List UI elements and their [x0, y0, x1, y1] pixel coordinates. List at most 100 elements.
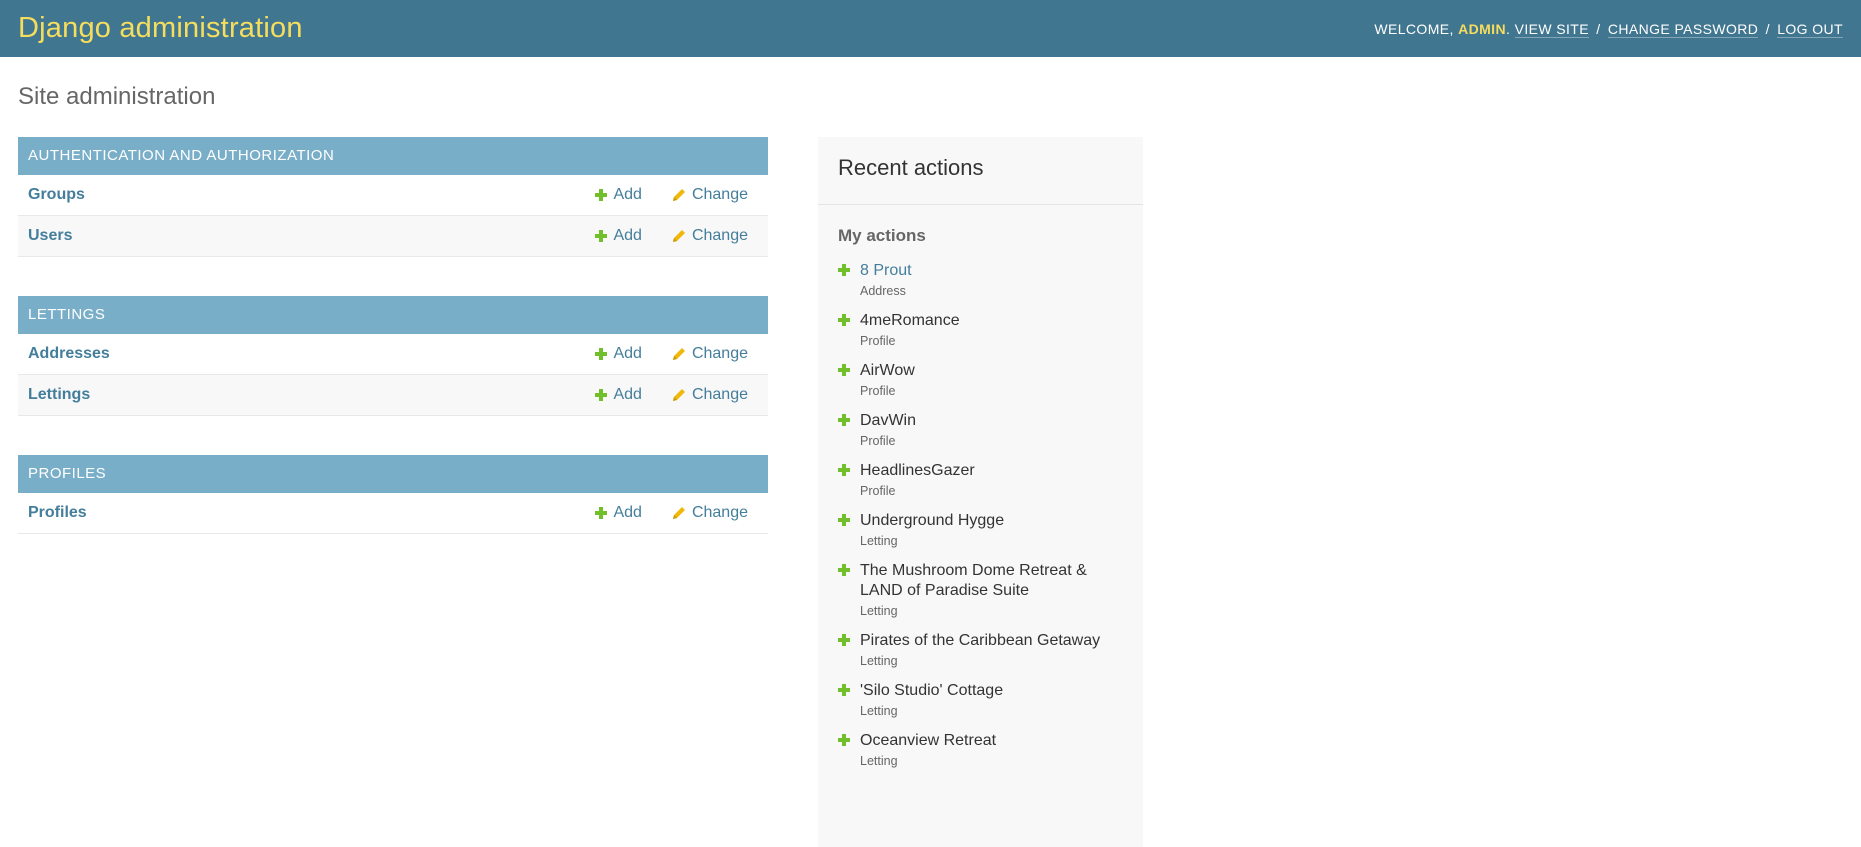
add-label: Add: [613, 186, 642, 203]
plus-icon: [595, 507, 608, 519]
action-type: Profile: [860, 484, 896, 498]
welcome-text: Welcome,: [1374, 20, 1454, 37]
module-lettings: Lettings Addresses Add Change Lettings A…: [18, 296, 768, 416]
action-title: The Mushroom Dome Retreat & LAND of Para…: [860, 562, 1087, 599]
change-lettings-button[interactable]: Change: [672, 386, 748, 404]
log-out-link[interactable]: Log out: [1777, 20, 1843, 38]
module-auth: Authentication and Authorization Groups …: [18, 137, 768, 257]
model-link-profiles[interactable]: Profiles: [28, 504, 565, 522]
list-item: HeadlinesGazer Profile: [838, 461, 1123, 499]
page-title: Site administration: [18, 83, 216, 110]
plus-icon: [838, 564, 850, 576]
action-link[interactable]: 8 Prout: [860, 262, 912, 279]
module-caption-profiles[interactable]: Profiles: [18, 455, 768, 493]
action-type: Letting: [860, 754, 898, 768]
change-label: Change: [691, 504, 748, 521]
list-item: 4meRomance Profile: [838, 311, 1123, 349]
view-site-link[interactable]: View site: [1514, 20, 1589, 38]
action-title: DavWin: [860, 412, 917, 429]
list-item: DavWin Profile: [838, 411, 1123, 449]
action-title: Pirates of the Caribbean Getaway: [860, 632, 1101, 649]
plus-icon: [838, 314, 850, 326]
action-list: 8 Prout Address 4meRomance Profile AirWo…: [818, 261, 1143, 769]
separator: /: [1765, 20, 1770, 37]
add-groups-button[interactable]: Add: [595, 186, 642, 204]
change-profiles-button[interactable]: Change: [672, 504, 748, 522]
model-link-addresses[interactable]: Addresses: [28, 345, 565, 363]
action-type: Address: [860, 284, 906, 298]
model-row-lettings: Lettings Add Change: [18, 375, 768, 416]
header: Django administration Welcome, admin. Vi…: [0, 0, 1861, 57]
change-groups-button[interactable]: Change: [672, 186, 748, 204]
recent-actions-panel: Recent actions My actions 8 Prout Addres…: [818, 137, 1143, 847]
action-type: Profile: [860, 384, 896, 398]
pencil-icon: [672, 348, 685, 360]
list-item: 'Silo Studio' Cottage Letting: [838, 681, 1123, 719]
action-title: AirWow: [860, 362, 915, 379]
action-title: HeadlinesGazer: [860, 462, 975, 479]
action-type: Profile: [860, 434, 896, 448]
add-lettings-button[interactable]: Add: [595, 386, 642, 404]
list-item: Underground Hygge Letting: [838, 511, 1123, 549]
model-link-lettings[interactable]: Lettings: [28, 386, 565, 404]
recent-actions-heading: Recent actions: [818, 137, 1143, 205]
plus-icon: [595, 389, 608, 401]
model-row-addresses: Addresses Add Change: [18, 334, 768, 375]
list-item: AirWow Profile: [838, 361, 1123, 399]
action-type: Profile: [860, 334, 896, 348]
my-actions-heading: My actions: [838, 226, 926, 245]
model-link-groups[interactable]: Groups: [28, 186, 565, 204]
action-type: Letting: [860, 654, 898, 668]
add-addresses-button[interactable]: Add: [595, 345, 642, 363]
model-row-users: Users Add Change: [18, 216, 768, 257]
change-password-link[interactable]: Change password: [1607, 20, 1759, 38]
change-label: Change: [691, 186, 748, 203]
action-title: Oceanview Retreat: [860, 732, 997, 749]
model-row-profiles: Profiles Add Change: [18, 493, 768, 534]
plus-icon: [838, 414, 850, 426]
add-label: Add: [613, 345, 642, 362]
pencil-icon: [672, 230, 685, 242]
action-title: 4meRomance: [860, 312, 960, 329]
model-link-users[interactable]: Users: [28, 227, 565, 245]
add-profiles-button[interactable]: Add: [595, 504, 642, 522]
module-caption-lettings[interactable]: Lettings: [18, 296, 768, 334]
change-users-button[interactable]: Change: [672, 227, 748, 245]
plus-icon: [838, 634, 850, 646]
plus-icon: [595, 230, 608, 242]
change-label: Change: [691, 345, 748, 362]
module-caption-auth[interactable]: Authentication and Authorization: [18, 137, 768, 175]
separator: /: [1596, 20, 1601, 37]
pencil-icon: [672, 189, 685, 201]
action-type: Letting: [860, 534, 898, 548]
plus-icon: [838, 734, 850, 746]
model-row-groups: Groups Add Change: [18, 175, 768, 216]
add-label: Add: [613, 504, 642, 521]
user-tools: Welcome, admin. View site / Change passw…: [1374, 20, 1843, 38]
action-type: Letting: [860, 604, 898, 618]
plus-icon: [838, 364, 850, 376]
change-label: Change: [691, 386, 748, 403]
pencil-icon: [672, 389, 685, 401]
list-item: 8 Prout Address: [838, 261, 1123, 299]
site-name-link[interactable]: Django administration: [18, 12, 303, 45]
plus-icon: [838, 464, 850, 476]
list-item: Oceanview Retreat Letting: [838, 731, 1123, 769]
plus-icon: [838, 514, 850, 526]
app-list: Authentication and Authorization Groups …: [18, 137, 768, 573]
module-profiles: Profiles Profiles Add Change: [18, 455, 768, 534]
list-item: Pirates of the Caribbean Getaway Letting: [838, 631, 1123, 669]
pencil-icon: [672, 507, 685, 519]
action-title: 'Silo Studio' Cottage: [860, 682, 1004, 699]
add-label: Add: [613, 227, 642, 244]
list-item: The Mushroom Dome Retreat & LAND of Para…: [838, 561, 1123, 619]
plus-icon: [595, 348, 608, 360]
plus-icon: [838, 684, 850, 696]
change-addresses-button[interactable]: Change: [672, 345, 748, 363]
add-label: Add: [613, 386, 642, 403]
action-title: Underground Hygge: [860, 512, 1005, 529]
plus-icon: [838, 264, 850, 276]
change-label: Change: [691, 227, 748, 244]
plus-icon: [595, 189, 608, 201]
add-users-button[interactable]: Add: [595, 227, 642, 245]
